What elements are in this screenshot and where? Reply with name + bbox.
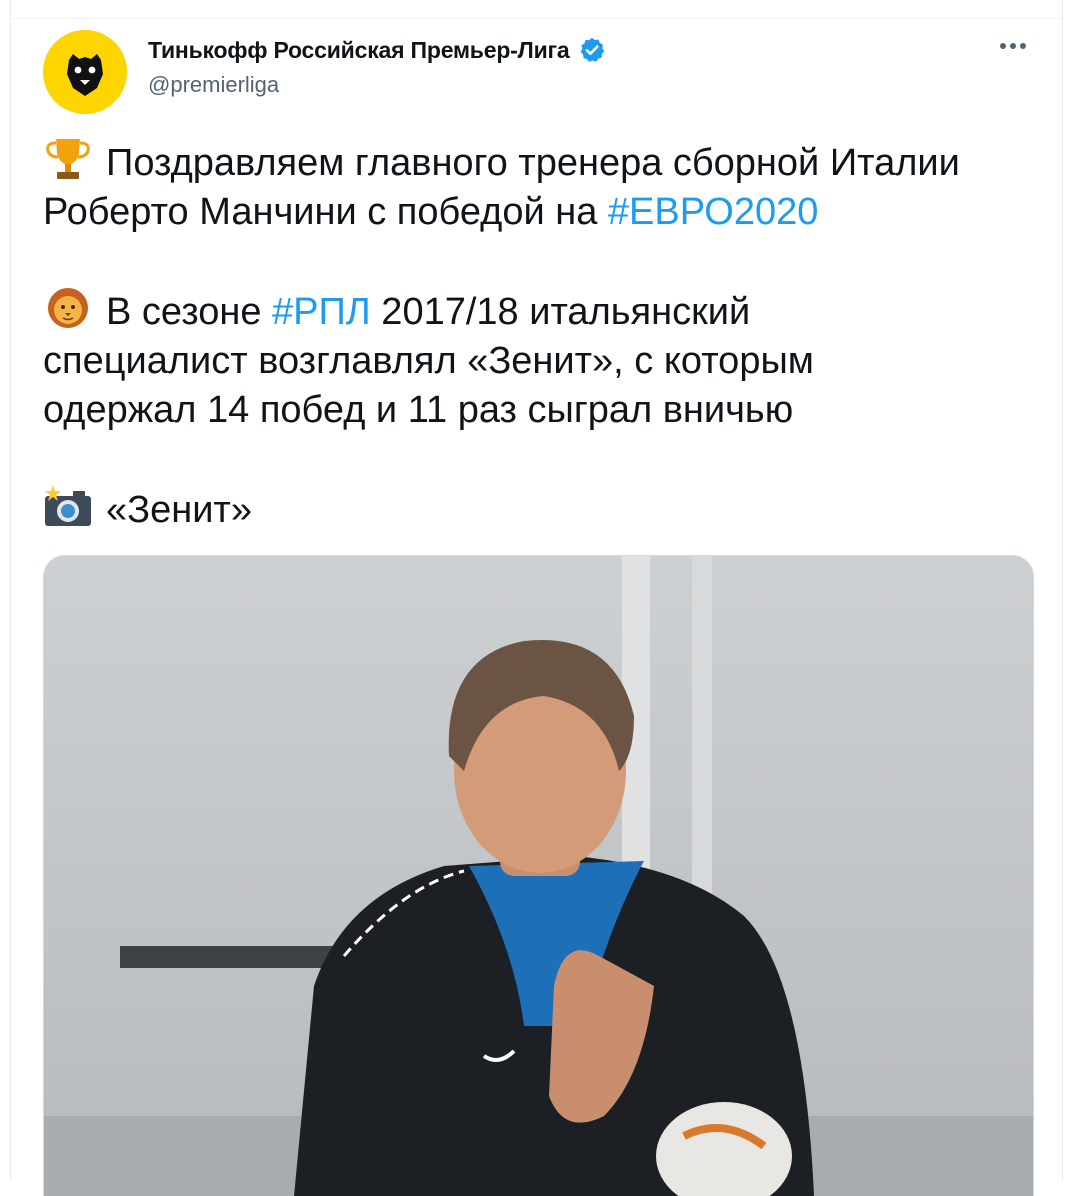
avatar[interactable] [43, 30, 127, 114]
hashtag-euro2020[interactable]: #ЕВРО2020 [608, 191, 818, 233]
season-line-3: одержал 14 побед и 11 раз сыграл вничью [43, 389, 794, 431]
name-row: Тинькофф Российская Премьер-Лига [148, 34, 606, 66]
trophy-icon [46, 139, 90, 179]
tweet: Тинькофф Российская Премьер-Лига @premie… [11, 19, 1062, 1196]
season-pre: В сезоне [106, 291, 273, 333]
handle[interactable]: @premierliga [148, 72, 606, 98]
season-post: 2017/18 итальянский [370, 291, 751, 333]
more-options-button[interactable] [993, 33, 1037, 67]
lion-icon [48, 288, 88, 328]
paragraph-congrats: Поздравляем главного тренера сборной Ита… [43, 137, 1053, 237]
bear-logo-icon [43, 30, 127, 114]
hashtag-rpl[interactable]: #РПЛ [272, 291, 371, 333]
card-right-border [1062, 0, 1063, 1181]
congrats-line-1: Поздравляем главного тренера сборной Ита… [106, 142, 960, 184]
tweet-text: Поздравляем главного тренера сборной Ита… [43, 137, 1053, 535]
credit-text: «Зенит» [106, 489, 252, 531]
tweet-photo[interactable] [43, 555, 1034, 1196]
paragraph-credit: «Зенит» [43, 484, 1053, 535]
verified-badge-icon [580, 37, 604, 62]
display-name[interactable]: Тинькофф Российская Премьер-Лига [148, 37, 570, 64]
more-horizontal-icon [1000, 43, 1026, 49]
camera-flash-icon [45, 485, 91, 526]
season-line-2: специалист возглавлял «Зенит», с которым [43, 340, 814, 382]
congrats-line-2: Роберто Манчини с победой на [43, 191, 608, 233]
photo-mancini [44, 556, 1033, 1196]
author-block: Тинькофф Российская Премьер-Лига @premie… [148, 34, 606, 98]
paragraph-season: В сезоне #РПЛ 2017/18 итальянский специа… [43, 286, 1053, 435]
